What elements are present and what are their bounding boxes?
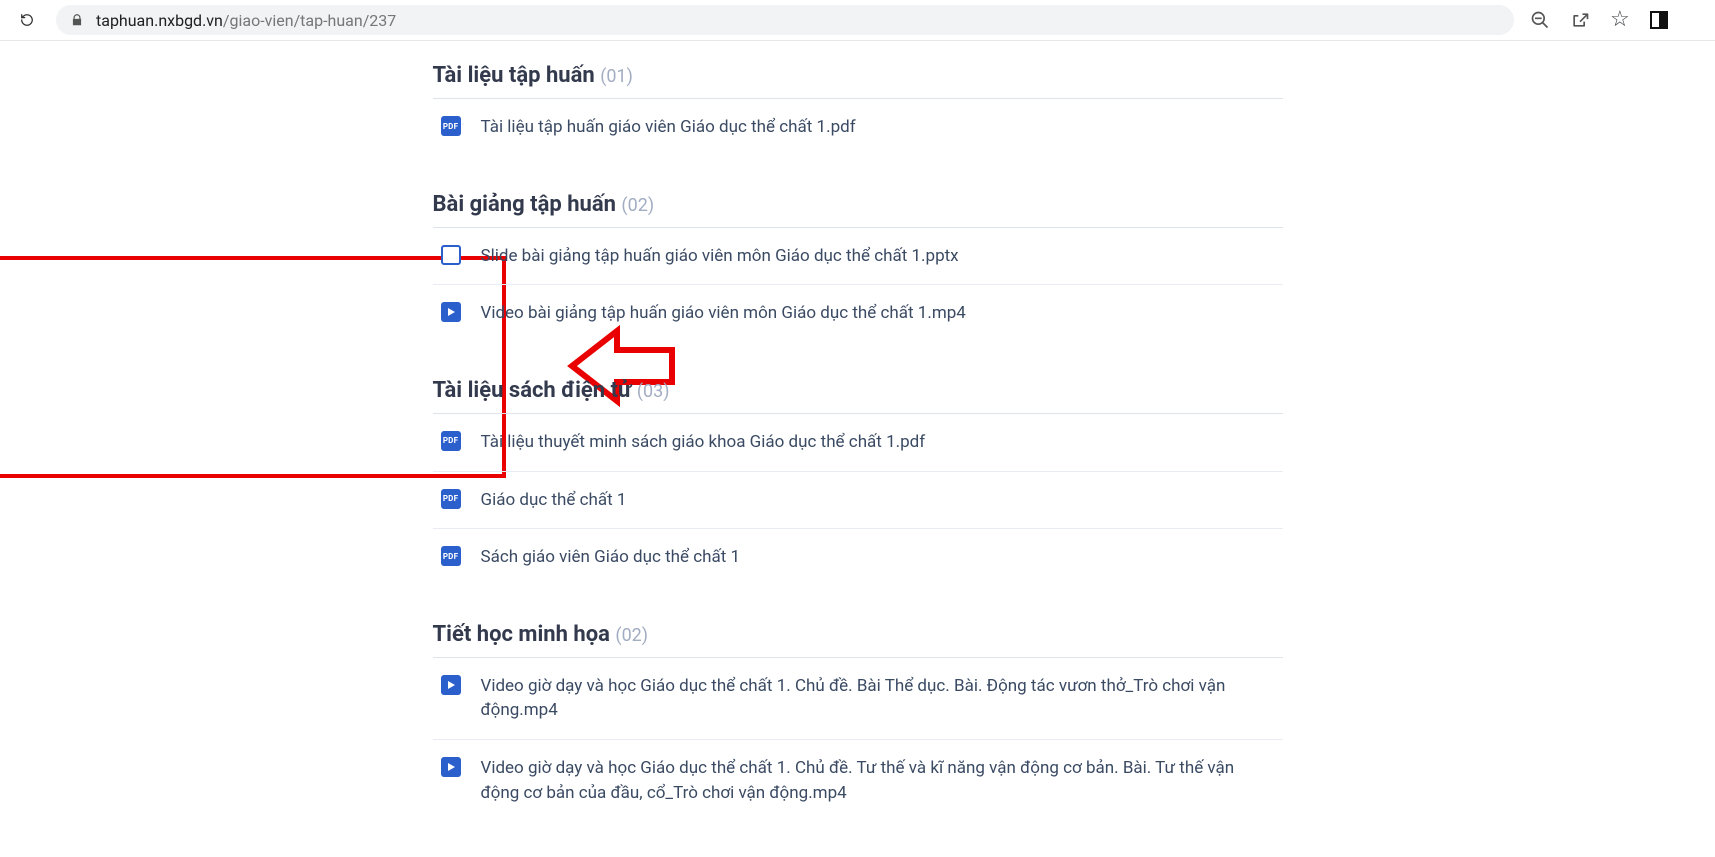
section-title: Tài liệu tập huấn — [433, 63, 595, 88]
video-icon — [441, 757, 461, 777]
reload-button[interactable] — [14, 7, 40, 33]
file-label: Video bài giảng tập huấn giáo viên môn G… — [481, 301, 966, 326]
bookmark-star-icon[interactable]: ☆ — [1610, 9, 1630, 31]
file-row[interactable]: PDF Tài liệu tập huấn giáo viên Giáo dục … — [433, 99, 1283, 156]
section-title: Tiết học minh họa — [433, 622, 610, 647]
section: Tài liệu sách điện tử (03) PDF Tài liệu th… — [433, 378, 1283, 586]
section: Tài liệu tập huấn (01) PDF Tài liệu tập hu… — [433, 63, 1283, 156]
file-row[interactable]: Video giờ dạy và học Giáo dục thể chất 1… — [433, 658, 1283, 739]
pdf-icon: PDF — [441, 546, 461, 566]
file-list: Video giờ dạy và học Giáo dục thể chất 1… — [433, 658, 1283, 822]
url-path: /giao-vien/tap-huan/237 — [223, 11, 396, 30]
annotation-highlight-box — [0, 256, 506, 478]
toolbar-icons: ☆ — [1530, 9, 1668, 31]
section: Bài giảng tập huấn (02) Slide bài giảng t… — [433, 192, 1283, 342]
pdf-icon: PDF — [441, 489, 461, 509]
reload-icon — [20, 10, 34, 30]
section-count: (02) — [615, 625, 648, 646]
file-label: Sách giáo viên Giáo dục thể chất 1 — [481, 545, 741, 570]
section-title: Tài liệu sách điện tử — [433, 378, 632, 403]
file-row[interactable]: PDF Sách giáo viên Giáo dục thể chất 1 — [433, 528, 1283, 586]
share-icon[interactable] — [1570, 10, 1590, 30]
lock-icon — [70, 13, 84, 27]
video-icon — [441, 675, 461, 695]
browser-toolbar: taphuan.nxbgd.vn/giao-vien/tap-huan/237 … — [0, 0, 1715, 41]
file-row[interactable]: PDF Tài liệu thuyết minh sách giáo khoa G… — [433, 414, 1283, 471]
page-content: Tài liệu tập huấn (01) PDF Tài liệu tập hu… — [0, 41, 1715, 857]
video-icon — [441, 302, 461, 322]
file-label: Tài liệu thuyết minh sách giáo khoa Giáo… — [481, 430, 926, 455]
file-label: Tài liệu tập huấn giáo viên Giáo dục thể… — [481, 115, 856, 140]
content-column: Tài liệu tập huấn (01) PDF Tài liệu tập hu… — [433, 63, 1283, 857]
section-heading: Bài giảng tập huấn (02) — [433, 192, 1283, 217]
section: Tiết học minh họa (02) Video giờ dạy và h… — [433, 622, 1283, 822]
file-label: Video giờ dạy và học Giáo dục thể chất 1… — [481, 756, 1275, 805]
section-count: (03) — [637, 381, 670, 402]
section-heading: Tài liệu tập huấn (01) — [433, 63, 1283, 88]
section-title: Bài giảng tập huấn — [433, 192, 616, 217]
zoom-out-icon[interactable] — [1530, 10, 1550, 30]
slides-icon — [441, 245, 461, 265]
side-panel-icon[interactable] — [1650, 11, 1668, 29]
file-list: PDF Tài liệu thuyết minh sách giáo khoa G… — [433, 414, 1283, 586]
url-domain: taphuan.nxbgd.vn — [96, 11, 223, 30]
file-list: PDF Tài liệu tập huấn giáo viên Giáo dục … — [433, 99, 1283, 156]
file-row[interactable]: Video giờ dạy và học Giáo dục thể chất 1… — [433, 739, 1283, 821]
file-row[interactable]: Video bài giảng tập huấn giáo viên môn G… — [433, 284, 1283, 342]
file-label: Slide bài giảng tập huấn giáo viên môn G… — [481, 244, 959, 269]
section-heading: Tiết học minh họa (02) — [433, 622, 1283, 647]
section-count: (02) — [621, 195, 654, 216]
file-row[interactable]: PDF Giáo dục thể chất 1 — [433, 471, 1283, 529]
pdf-icon: PDF — [441, 431, 461, 451]
file-list: Slide bài giảng tập huấn giáo viên môn G… — [433, 228, 1283, 342]
file-label: Video giờ dạy và học Giáo dục thể chất 1… — [481, 674, 1275, 723]
section-heading: Tài liệu sách điện tử (03) — [433, 378, 1283, 403]
file-row[interactable]: Slide bài giảng tập huấn giáo viên môn G… — [433, 228, 1283, 285]
file-label: Giáo dục thể chất 1 — [481, 488, 627, 513]
url-text: taphuan.nxbgd.vn/giao-vien/tap-huan/237 — [96, 11, 396, 30]
address-bar[interactable]: taphuan.nxbgd.vn/giao-vien/tap-huan/237 — [56, 5, 1514, 35]
pdf-icon: PDF — [441, 116, 461, 136]
section-count: (01) — [600, 66, 633, 87]
